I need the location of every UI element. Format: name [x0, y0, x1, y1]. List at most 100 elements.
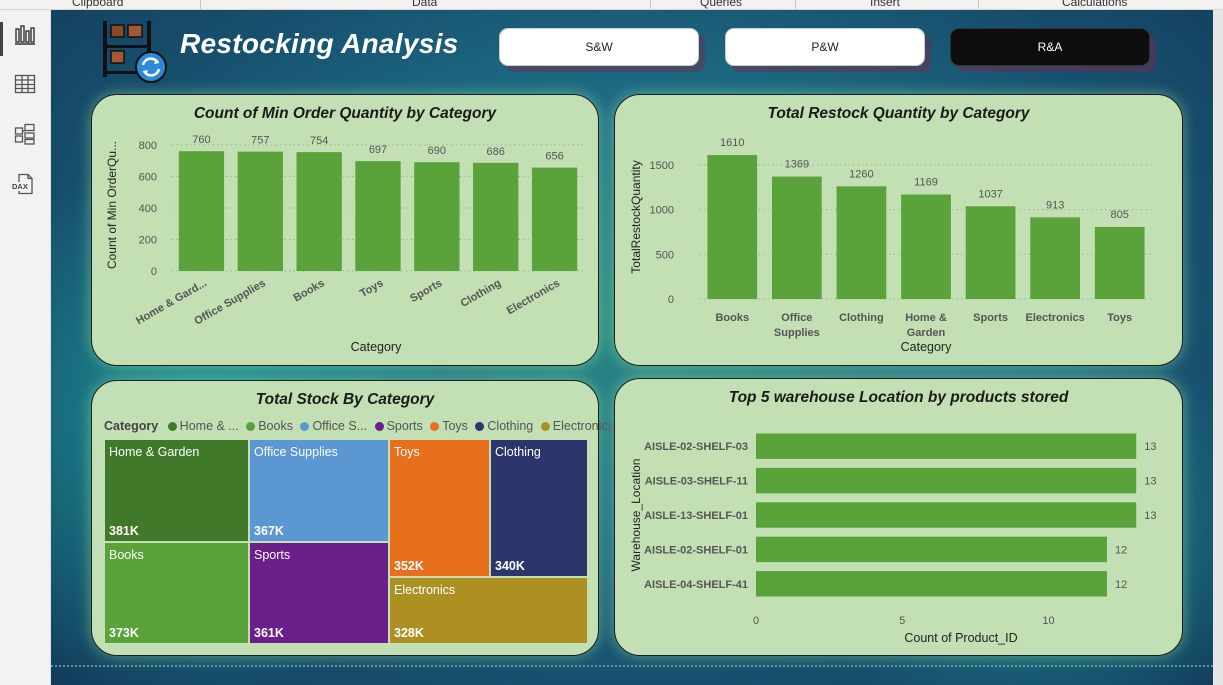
y-tick-label: 500 [656, 249, 674, 261]
bar-clothing [473, 162, 519, 271]
bar-electronics [531, 167, 578, 271]
data-label: 913 [1046, 199, 1064, 211]
y-tick-label: AISLE-02-SHELF-03 [644, 441, 748, 453]
treemap-tile-home-garden[interactable]: Home & Garden 381K [105, 440, 250, 543]
data-label: 1610 [720, 137, 744, 149]
table-view-icon[interactable] [13, 72, 37, 96]
treemap-area: Home & Garden 381K Office Supplies 367K To… [105, 440, 587, 643]
bar-toys [355, 161, 401, 271]
x-tick-label: 10 [1042, 615, 1054, 627]
bar-books [296, 152, 342, 271]
data-label: 13 [1144, 476, 1156, 488]
nav-button-sw[interactable]: S&W [499, 28, 699, 66]
legend-item-home-garden[interactable]: Home & ... [167, 419, 239, 433]
treemap-tile-books[interactable]: Books 373K [105, 543, 250, 643]
min-order-chart-card[interactable]: Count of Min Order Quantity by Category … [91, 94, 599, 366]
x-tick-label: Clothing [839, 312, 884, 324]
report-view-icon[interactable] [13, 23, 37, 47]
data-label: 690 [428, 145, 446, 157]
bar-office-supplies [237, 151, 283, 271]
data-label: 686 [487, 146, 505, 158]
ribbon-group-data[interactable]: Data [412, 0, 437, 9]
treemap-tile-electronics[interactable]: Electronics 328K [390, 578, 587, 643]
bar-sports [965, 206, 1016, 299]
bar-home-garden [901, 194, 951, 299]
x-tick-label: 5 [899, 615, 905, 627]
restocking-logo-icon [103, 21, 167, 83]
treemap-legend: Category Home & ... Books Office S... Sp… [104, 419, 618, 433]
ribbon-divider [650, 0, 651, 9]
model-view-icon[interactable] [13, 122, 37, 146]
data-label: 13 [1144, 441, 1156, 453]
page-title: Restocking Analysis [180, 28, 459, 59]
dax-query-icon[interactable]: DAX [12, 172, 37, 196]
y-tick-label: AISLE-03-SHELF-11 [645, 476, 748, 488]
data-label: 697 [369, 144, 387, 156]
y-tick-label: 0 [151, 266, 157, 278]
bar-aisle-04-shelf-41 [756, 571, 1107, 597]
ribbon-group-queries[interactable]: Queries [700, 0, 742, 9]
bar-office-supplies [771, 176, 822, 299]
legend-item-electronics[interactable]: Electronics [540, 419, 614, 433]
y-tick-label: AISLE-02-SHELF-01 [644, 544, 748, 556]
data-label: 1260 [849, 168, 873, 180]
restock-quantity-chart-card[interactable]: Total Restock Quantity by Category 0 500 1… [614, 94, 1183, 366]
data-label: 656 [545, 151, 563, 163]
y-tick-label: 1000 [650, 205, 674, 217]
treemap-tile-clothing[interactable]: Clothing 340K [491, 440, 587, 578]
legend-item-clothing[interactable]: Clothing [475, 419, 533, 433]
bar-aisle-02-shelf-01 [756, 536, 1107, 563]
legend-item-toys[interactable]: Toys [430, 419, 468, 433]
x-tick-label: Electronics [505, 277, 562, 317]
restock-quantity-bar-chart: 0 500 1000 1500 1610 Books 1369 Office Supplies 1… [629, 137, 1152, 354]
total-stock-treemap-card[interactable]: Total Stock By Category Category Home & … [91, 380, 614, 656]
y-tick-label: 400 [139, 203, 157, 215]
legend-title: Category [104, 419, 159, 433]
bar-home-gard [178, 151, 225, 271]
data-label: 1037 [978, 188, 1002, 200]
min-order-bar-chart: 0200400600800 760Home & Gard...757Office … [105, 134, 584, 354]
x-tick-label: Sports [973, 312, 1008, 324]
x-tick-label: Clothing [459, 277, 504, 310]
x-tick-label: Sports [408, 277, 444, 305]
x-axis-label: Category [351, 340, 402, 354]
x-tick-label: Home & Garden [905, 312, 947, 339]
nav-button-pw[interactable]: P&W [725, 28, 925, 66]
y-tick-label: 0 [668, 294, 674, 306]
data-label: 13 [1144, 510, 1156, 522]
ribbon-divider [978, 0, 979, 9]
data-label: 1169 [914, 176, 938, 188]
data-label: 12 [1115, 579, 1127, 591]
treemap-tile-office-supplies[interactable]: Office Supplies 367K [250, 440, 390, 543]
legend-item-sports[interactable]: Sports [374, 419, 423, 433]
y-tick-label: 600 [139, 171, 157, 183]
data-label: 757 [251, 135, 269, 147]
x-tick-label: Electronics [1025, 312, 1084, 324]
bar-electronics [1030, 217, 1081, 299]
y-tick-label: 800 [139, 140, 157, 152]
left-view-rail: DAX [0, 10, 51, 685]
data-label: 805 [1111, 209, 1129, 221]
bar-aisle-03-shelf-11 [756, 467, 1137, 494]
x-tick-label: Books [292, 277, 327, 304]
y-axis-label: Count of Min OrderQu... [105, 141, 119, 269]
treemap-tile-sports[interactable]: Sports 361K [250, 543, 390, 643]
data-label: 760 [192, 134, 210, 146]
active-view-indicator [0, 22, 3, 56]
bar-toys [1094, 227, 1145, 299]
ribbon-group-clipboard[interactable]: Clipboard [72, 0, 123, 9]
warehouse-location-bar-chart: 0 5 10 13 AISLE-02-SHELF-03 13 AISLE-03-SHELF-… [629, 433, 1156, 645]
data-label: 754 [310, 135, 328, 147]
legend-item-books[interactable]: Books [246, 419, 293, 433]
data-label: 12 [1115, 544, 1127, 556]
bar-clothing [836, 186, 887, 299]
warehouse-location-chart-card[interactable]: Top 5 warehouse Location by products sto… [614, 378, 1183, 656]
y-axis-label: Warehouse_Location [629, 459, 643, 572]
treemap-tile-toys[interactable]: Toys 352K [390, 440, 491, 578]
ribbon-group-calculations[interactable]: Calculations [1062, 0, 1127, 9]
nav-button-ra[interactable]: R&A [950, 28, 1150, 66]
legend-item-office-supplies[interactable]: Office S... [300, 419, 367, 433]
data-label: 1369 [785, 159, 809, 171]
bar-books [707, 155, 758, 299]
ribbon-group-insert[interactable]: Insert [870, 0, 900, 9]
